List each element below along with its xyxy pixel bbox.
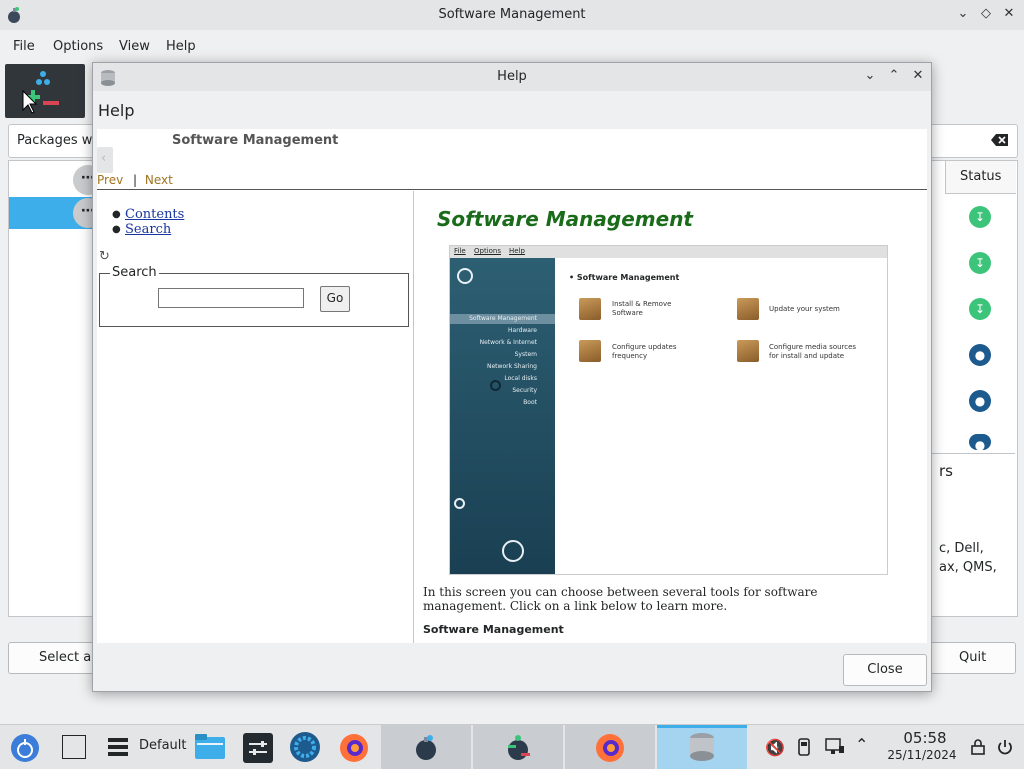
- reload-icon[interactable]: ↻: [99, 249, 110, 264]
- nav-divider: [97, 189, 927, 190]
- go-button[interactable]: Go: [320, 286, 350, 312]
- task-help[interactable]: [657, 725, 747, 769]
- usb-device-icon[interactable]: [798, 738, 810, 756]
- install-remove-label: Install & Remove Software: [612, 300, 672, 317]
- package-manager-icon: [22, 71, 59, 114]
- minimize-icon[interactable]: ⌄: [954, 6, 972, 24]
- bullet-icon: ●: [112, 224, 121, 235]
- circle-decoration-icon: [490, 380, 501, 391]
- system-settings-icon[interactable]: [243, 733, 273, 763]
- help-search-input[interactable]: [158, 288, 304, 308]
- firefox-icon[interactable]: [338, 732, 370, 764]
- menu-options[interactable]: Options: [53, 39, 103, 54]
- circle-decoration-icon: [457, 268, 473, 284]
- network-display-icon[interactable]: [825, 738, 845, 756]
- file-manager-icon[interactable]: [194, 733, 226, 761]
- menubar: File Options View Help: [0, 34, 1024, 60]
- configure-updates-icon: [579, 340, 601, 362]
- package-search-placeholder: Packages wi: [17, 133, 97, 148]
- configure-media-label: Configure media sources for install and …: [769, 343, 857, 360]
- menu-file[interactable]: File: [13, 39, 35, 54]
- intro-paragraph: In this screen you can choose between se…: [423, 585, 818, 613]
- nav-title: Software Management: [172, 133, 339, 148]
- prev-link[interactable]: Prev: [97, 173, 123, 187]
- taskbar: Default 🔇 ⌃ 05:58 25/11/2024: [0, 724, 1024, 769]
- close-icon[interactable]: ✕: [1000, 6, 1018, 24]
- locked-status-icon[interactable]: ●: [969, 390, 991, 412]
- show-desktop-icon[interactable]: [62, 735, 86, 759]
- page-title: Software Management: [437, 207, 693, 231]
- configure-media-icon: [737, 340, 759, 362]
- locked-status-icon[interactable]: ●: [969, 434, 991, 452]
- circle-decoration-icon: [502, 540, 524, 562]
- update-system-icon: [737, 298, 759, 320]
- section-heading: Software Management: [423, 623, 564, 636]
- configure-updates-label: Configure updates frequency: [612, 343, 677, 360]
- clear-text-icon[interactable]: [991, 133, 1009, 147]
- screenshot-menubar: File Options Help: [450, 246, 887, 258]
- search-fieldset: Search Go: [99, 265, 409, 327]
- activity-switcher-icon[interactable]: [106, 735, 130, 759]
- bullet-icon: ●: [112, 209, 121, 220]
- task-software-management[interactable]: [381, 725, 471, 769]
- help-titlebar: Help ⌄ ⌃ ✕: [93, 63, 931, 91]
- quit-button[interactable]: Quit: [930, 642, 1016, 674]
- menu-view[interactable]: View: [119, 39, 150, 54]
- help-minimize-icon[interactable]: ⌄: [861, 68, 879, 86]
- update-system-label: Update your system: [769, 305, 840, 313]
- download-status-icon[interactable]: ↧: [969, 252, 991, 274]
- clock-time[interactable]: 05:58: [887, 729, 963, 747]
- main-titlebar: Software Management ⌄ ◇ ✕: [0, 0, 1024, 30]
- menu-help[interactable]: Help: [166, 39, 196, 54]
- lock-screen-icon[interactable]: [971, 739, 985, 755]
- next-link[interactable]: Next: [145, 173, 173, 187]
- circle-decoration-icon: [454, 498, 465, 509]
- close-button[interactable]: Close: [843, 654, 927, 686]
- help-window-title: Help: [497, 69, 527, 84]
- help-database-icon: [690, 733, 714, 761]
- help-sidebar: ● Contents ● Search ↻ Search Go: [97, 191, 414, 643]
- power-icon[interactable]: [996, 738, 1014, 756]
- contents-link[interactable]: Contents: [125, 207, 184, 222]
- maximize-icon[interactable]: ◇: [977, 6, 995, 24]
- main-window-title: Software Management: [438, 7, 586, 22]
- search-legend: Search: [110, 265, 159, 280]
- firefox-icon: [596, 734, 624, 762]
- screenshot-sidebar: Software Management Hardware Network & I…: [450, 258, 555, 574]
- back-arrow-icon[interactable]: ‹: [97, 147, 113, 173]
- discover-store-icon[interactable]: [289, 731, 321, 763]
- software-logo: [5, 64, 85, 118]
- status-column-header[interactable]: Status: [945, 161, 1016, 194]
- toc-list: ● Contents ● Search: [112, 207, 184, 237]
- select-all-button[interactable]: Select al: [8, 642, 100, 674]
- help-dialog: Help ⌄ ⌃ ✕ Help Software Management ‹ Pr…: [92, 62, 932, 692]
- volume-muted-icon[interactable]: 🔇: [765, 738, 785, 757]
- help-header: Help: [98, 101, 135, 120]
- chevron-up-icon[interactable]: ⌃: [855, 735, 868, 754]
- app-bomb-icon: [416, 735, 436, 760]
- download-status-icon[interactable]: ↧: [969, 206, 991, 228]
- download-status-icon[interactable]: ↧: [969, 298, 991, 320]
- clock-date[interactable]: 25/11/2024: [882, 748, 962, 762]
- nav-links: Prev | Next: [97, 173, 173, 187]
- screenshot-content: • Software Management Install & Remove S…: [557, 258, 887, 574]
- locked-status-icon[interactable]: ●: [969, 344, 991, 366]
- search-link[interactable]: Search: [125, 222, 184, 237]
- package-description: rs c, Dell, ax, QMS,: [929, 453, 1015, 614]
- screenshot-heading: • Software Management: [569, 273, 680, 282]
- app-launcher-icon[interactable]: [10, 733, 40, 763]
- help-page: Software Management File Options Help So…: [423, 191, 923, 643]
- task-package-manager[interactable]: [473, 725, 563, 769]
- task-firefox[interactable]: [565, 725, 655, 769]
- help-browser: Software Management ‹ Prev | Next ● Cont…: [97, 129, 927, 643]
- package-manager-icon: [508, 735, 530, 760]
- nav-separator: |: [133, 173, 138, 187]
- activity-label[interactable]: Default: [139, 738, 187, 753]
- help-maximize-icon[interactable]: ⌃: [885, 68, 903, 86]
- install-remove-icon: [579, 298, 601, 320]
- help-close-icon[interactable]: ✕: [909, 68, 927, 86]
- software-management-screenshot: File Options Help Software Management Ha…: [449, 245, 888, 575]
